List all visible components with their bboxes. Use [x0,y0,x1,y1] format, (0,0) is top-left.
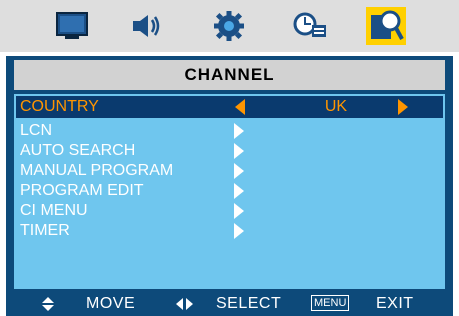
up-down-icon [42,297,54,311]
menu-item-auto-search[interactable]: AUTO SEARCH [16,143,443,159]
country-value: UK [324,98,348,115]
menu-item-label: MANUAL PROGRAM [20,162,174,179]
osd-screen: CHANNEL COUNTRY UK LCN AUTO SEARCH MANUA… [0,0,459,316]
arrow-right-icon [234,223,244,239]
search-icon[interactable] [366,7,406,45]
select-hint: SELECT [216,295,282,312]
arrow-right-icon [234,143,244,159]
arrow-right-icon [234,123,244,139]
menu-item-country[interactable]: COUNTRY UK [16,96,443,118]
menu-header: CHANNEL [14,60,445,90]
menu-item-timer[interactable]: TIMER [16,223,443,239]
arrow-right-icon[interactable] [398,99,408,115]
footer-hints: MOVE SELECT MENU EXIT [6,292,453,316]
menu-item-label: COUNTRY [20,98,99,115]
picture-icon[interactable] [52,7,92,45]
move-hint: MOVE [86,295,136,312]
page-title: CHANNEL [184,65,275,84]
menu-key-badge: MENU [311,295,350,311]
menu-item-ci-menu[interactable]: CI MENU [16,203,443,219]
arrow-right-icon [234,203,244,219]
gear-icon[interactable] [209,7,249,45]
clock-icon[interactable] [290,7,330,45]
left-right-icon [176,298,196,310]
menu-panel: COUNTRY UK LCN AUTO SEARCH MANUAL PROGRA… [14,94,445,289]
channel-menu: CHANNEL COUNTRY UK LCN AUTO SEARCH MANUA… [6,56,453,316]
menu-item-label: TIMER [20,222,70,239]
arrow-right-icon [234,183,244,199]
exit-hint: EXIT [376,295,414,312]
menu-item-label: PROGRAM EDIT [20,182,144,199]
menu-item-label: AUTO SEARCH [20,142,136,159]
menu-item-lcn[interactable]: LCN [16,123,443,139]
top-tab-bar [0,0,459,52]
arrow-left-icon[interactable] [235,99,245,115]
menu-item-program-edit[interactable]: PROGRAM EDIT [16,183,443,199]
arrow-right-icon [234,163,244,179]
menu-item-label: LCN [20,122,53,139]
menu-item-label: CI MENU [20,202,88,219]
menu-item-manual-program[interactable]: MANUAL PROGRAM [16,163,443,179]
speaker-icon[interactable] [126,7,166,45]
